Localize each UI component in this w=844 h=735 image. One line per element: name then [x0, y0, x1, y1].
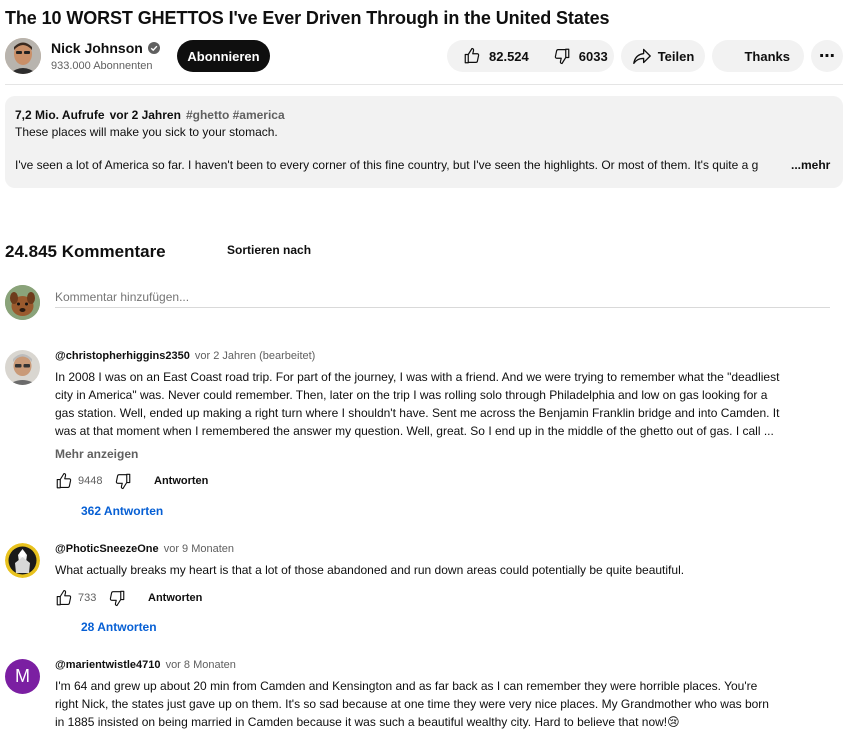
thumbs-up-icon[interactable] [55, 589, 73, 607]
commenter-avatar[interactable]: M [5, 659, 40, 694]
comment-author[interactable]: @marientwistle4710 [55, 659, 161, 671]
channel-name[interactable]: Nick Johnson [51, 40, 160, 56]
comment-time[interactable]: vor 9 Monaten [164, 543, 234, 555]
comment-author[interactable]: @christopherhiggins2350 [55, 350, 190, 362]
reply-button[interactable]: Antworten [154, 475, 208, 487]
share-button[interactable]: Teilen [621, 40, 705, 72]
comment-text: In 2008 I was on an East Coast road trip… [55, 368, 815, 440]
comment-header: @christopherhiggins2350 vor 2 Jahren (be… [55, 350, 315, 362]
view-count: 7,2 Mio. Aufrufe [15, 108, 105, 122]
commenter-avatar[interactable] [5, 543, 40, 578]
commenter-avatar[interactable] [5, 350, 40, 385]
comment-time[interactable]: vor 2 Jahren (bearbeitet) [195, 350, 315, 362]
more-actions-button[interactable]: ⋯ [811, 40, 843, 72]
thanks-button[interactable]: Thanks [712, 40, 804, 72]
subscriber-count: 933.000 Abonnenten [51, 60, 153, 72]
dislike-button[interactable]: 6033 [541, 40, 620, 72]
description-more-button[interactable]: ...mehr [791, 158, 830, 172]
comment-line: in 1885 insisted on being married in Cam… [55, 715, 680, 729]
description-box[interactable]: 7,2 Mio. Aufrufe vor 2 Jahren #ghetto #a… [5, 96, 843, 188]
description-line-2: I've seen a lot of America so far. I hav… [15, 158, 833, 172]
comment-author[interactable]: @PhoticSneezeOne [55, 543, 159, 555]
user-avatar [5, 285, 40, 320]
comment-text: What actually breaks my heart is that a … [55, 561, 815, 579]
comment-like-count: 733 [78, 592, 97, 604]
comment-line: right Nick, the states just gave up on t… [55, 697, 769, 711]
upload-age: vor 2 Jahren [109, 108, 181, 122]
comment-line: was at that moment when I remembered the… [55, 424, 774, 438]
thumbs-up-icon [464, 47, 480, 64]
add-comment-input[interactable] [55, 287, 830, 308]
show-more-button[interactable]: Mehr anzeigen [55, 447, 138, 461]
channel-name-text[interactable]: Nick Johnson [51, 40, 143, 56]
comment-line: city in America" was. Never could rememb… [55, 388, 768, 402]
thumbs-up-icon[interactable] [55, 472, 73, 490]
verified-icon [147, 42, 160, 54]
avatar-letter: M [15, 666, 30, 686]
comment-text: I'm 64 and grew up about 20 min from Cam… [55, 677, 815, 731]
comment-line: gas station. Well, ended up making a rig… [55, 406, 780, 420]
comment-line: I'm 64 and grew up about 20 min from Cam… [55, 679, 758, 693]
comment-like-count: 9448 [78, 475, 103, 487]
reply-button[interactable]: Antworten [148, 592, 202, 604]
channel-avatar[interactable] [5, 38, 41, 74]
view-replies-button[interactable]: 362 Antworten [81, 504, 163, 518]
like-count: 82.524 [489, 48, 529, 64]
comment-time[interactable]: vor 8 Monaten [166, 659, 236, 671]
comment-actions: 733 Antworten [55, 588, 202, 608]
comment-line: In 2008 I was on an East Coast road trip… [55, 370, 780, 384]
like-button[interactable]: 82.524 [447, 40, 541, 72]
view-replies-button[interactable]: 28 Antworten [81, 620, 157, 634]
description-meta: 7,2 Mio. Aufrufe vor 2 Jahren #ghetto #a… [15, 108, 833, 122]
comment-line: What actually breaks my heart is that a … [55, 563, 685, 577]
dislike-count: 6033 [578, 48, 608, 64]
sort-button[interactable]: Sortieren nach [227, 243, 311, 257]
comment-header: @PhoticSneezeOne vor 9 Monaten [55, 543, 234, 555]
owner-row: Nick Johnson 933.000 Abonnenten Abonnier… [0, 38, 844, 78]
description-line-2-text: I've seen a lot of America so far. I hav… [15, 158, 759, 172]
hashtags[interactable]: #ghetto #america [186, 108, 285, 122]
like-dislike-group: 82.524 6033 [447, 40, 614, 72]
share-label: Teilen [657, 48, 695, 64]
header-divider [5, 84, 843, 85]
comment-actions: 9448 Antworten [55, 471, 208, 491]
share-icon [632, 48, 651, 65]
video-title: The 10 WORST GHETTOS I've Ever Driven Th… [5, 8, 610, 28]
thumbs-down-icon[interactable] [114, 472, 132, 490]
subscribe-button[interactable]: Abonnieren [177, 40, 270, 72]
comment-header: @marientwistle4710 vor 8 Monaten [55, 659, 236, 671]
thumbs-down-icon [554, 48, 570, 65]
description-line-1: These places will make you sick to your … [15, 125, 278, 139]
comments-count: 24.845 Kommentare [5, 242, 166, 261]
thumbs-down-icon[interactable] [108, 589, 126, 607]
